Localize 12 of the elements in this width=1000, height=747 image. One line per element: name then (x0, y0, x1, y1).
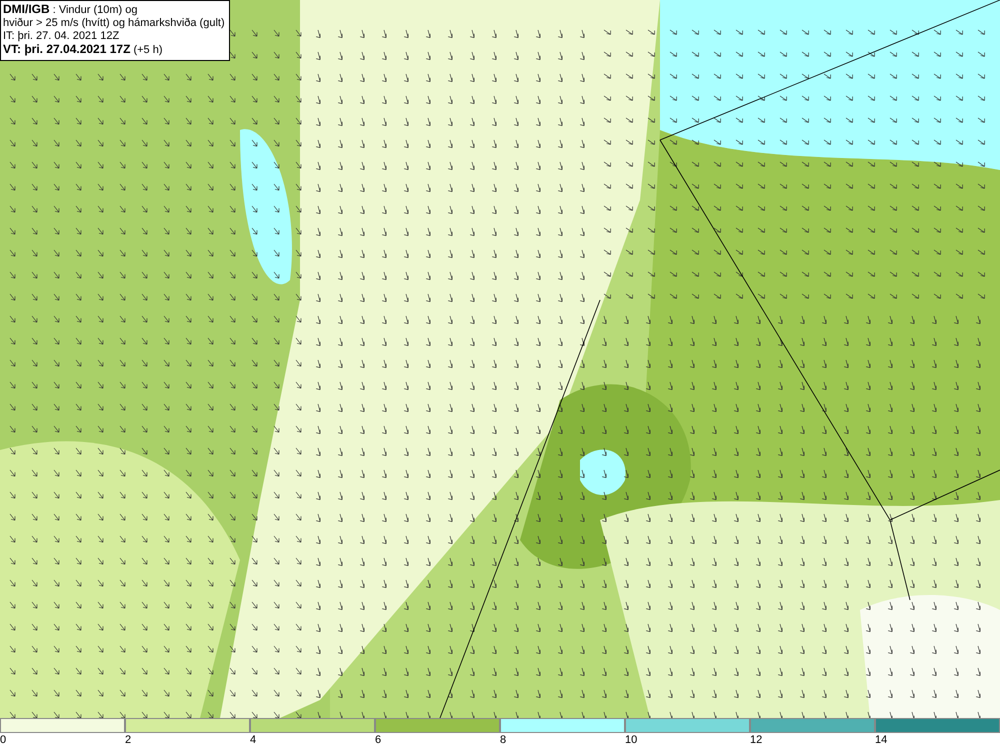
legend-tick-label: 12 (750, 733, 764, 747)
legend-tick-label: 0 (0, 733, 8, 747)
title-line: DMI/IGB : Vindur (10m) og (3, 3, 139, 17)
legend-tick-label: 2 (125, 733, 132, 747)
legend-tick-label: 8 (500, 733, 508, 747)
title-line: VT: þri. 27.04.2021 17Z (+5 h) (3, 43, 164, 57)
title-line: hviður > 25 m/s (hvítt) og hámarkshviða (gult) (3, 17, 225, 30)
legend-tick-label: 6 (375, 733, 382, 747)
legend-tick-label: 10 (625, 733, 638, 747)
legend-tick-label: 14 (875, 733, 888, 747)
legend-tick-label: 4 (250, 733, 258, 747)
title-line: IT: þri. 27. 04. 2021 12Z (3, 30, 120, 43)
